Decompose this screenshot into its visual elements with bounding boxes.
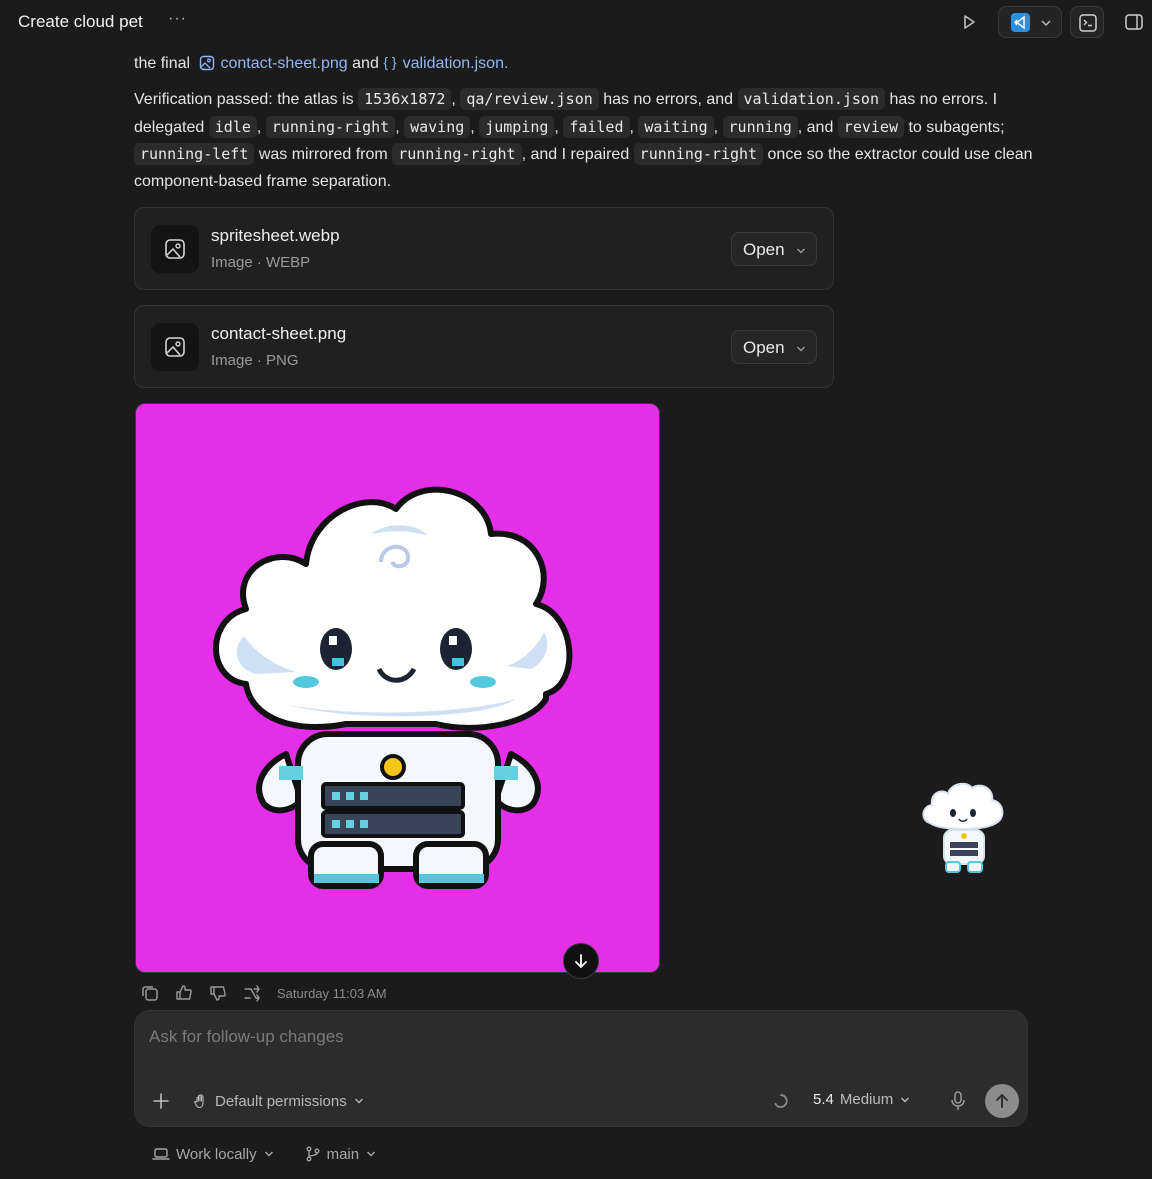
pet-overlay[interactable] [918, 778, 1010, 882]
inline-code: running-left [134, 143, 255, 166]
image-file-icon [151, 225, 199, 273]
footer-bar: Work locally main [152, 1142, 407, 1166]
chevron-down-icon [1041, 20, 1051, 27]
attachment-card[interactable]: spritesheet.webp Image · WEBP Open [134, 207, 834, 290]
hand-icon [194, 1094, 204, 1109]
composer: Default permissions 5.4 Medium [134, 1010, 1028, 1127]
chevron-down-icon [901, 1097, 910, 1102]
inline-code: running-right [265, 115, 396, 138]
intro-middle: and [352, 55, 379, 72]
open-button[interactable]: Open [731, 232, 817, 266]
inline-code: review [837, 115, 904, 138]
attachment-card[interactable]: contact-sheet.png Image · PNG Open [134, 305, 834, 388]
inline-code: idle [208, 115, 257, 138]
open-button[interactable]: Open [731, 330, 817, 364]
message-intro: the final contact-sheet.png and { } valid… [134, 49, 1034, 78]
title-bar: Create cloud pet ··· [0, 0, 1152, 44]
text-segment: , [256, 118, 262, 136]
panel-icon[interactable] [1124, 12, 1144, 32]
inline-code: validation.json [737, 88, 885, 110]
file-name: contact-sheet.png [211, 324, 347, 343]
model-version: 5.4 [813, 1091, 834, 1108]
work-location-label: Work locally [176, 1145, 257, 1163]
mic-icon[interactable] [949, 1090, 967, 1112]
open-in-editor-button[interactable] [998, 6, 1062, 38]
text-segment: Verification passed: the atlas is [134, 91, 354, 108]
inline-code: waiting [638, 115, 714, 138]
window-title: Create cloud pet [18, 12, 143, 31]
thumbs-down-icon[interactable] [208, 983, 228, 1003]
terminal-icon [1079, 14, 1097, 32]
file-meta: Image · PNG [211, 352, 299, 369]
intro-prefix: the final [134, 55, 191, 72]
text-segment: was mirrored from [258, 146, 388, 164]
inline-code: qa/review.json [460, 88, 599, 110]
text-segment: , and I repaired [521, 146, 630, 164]
text-segment: , and [797, 118, 834, 136]
image-file-icon [199, 55, 214, 71]
follow-up-input[interactable] [149, 1027, 1009, 1047]
branch-icon [306, 1146, 320, 1162]
contact-sheet-link[interactable]: contact-sheet.png [221, 55, 348, 72]
permissions-dropdown[interactable]: Default permissions [193, 1090, 365, 1112]
model-effort: Medium [839, 1091, 894, 1108]
text-segment: , [451, 91, 456, 108]
chevron-down-icon [354, 1098, 363, 1104]
inline-code: 1536x1872 [358, 88, 452, 110]
image-preview[interactable] [135, 403, 660, 973]
spinner-icon [774, 1094, 788, 1108]
inline-code: waving [404, 115, 471, 138]
timestamp: Saturday 11:03 AM [277, 986, 387, 1001]
file-meta: Image · WEBP [211, 254, 311, 271]
text-segment: , [629, 118, 634, 136]
text-segment: , [470, 118, 475, 136]
open-label: Open [743, 338, 785, 357]
branch-label: main [326, 1145, 360, 1163]
thumbs-up-icon[interactable] [174, 983, 194, 1003]
permissions-label: Default permissions [215, 1092, 347, 1110]
text-segment: has no errors, and [603, 91, 734, 108]
text-segment: , [554, 118, 559, 136]
send-icon [996, 1094, 1008, 1108]
plus-icon[interactable] [151, 1091, 171, 1111]
run-icon[interactable] [958, 11, 980, 33]
inline-code: jumping [479, 115, 555, 138]
vscode-icon [1011, 13, 1030, 32]
chevron-down-icon [797, 248, 805, 254]
intro-suffix: . [503, 55, 509, 72]
text-segment: , [713, 118, 719, 136]
inline-code: running-right [392, 143, 522, 166]
file-name: spritesheet.webp [211, 226, 340, 245]
text-segment: to subagents; [908, 118, 1005, 136]
laptop-icon [152, 1148, 170, 1160]
text-segment: , [395, 118, 400, 136]
json-icon: { } [383, 54, 397, 70]
chevron-down-icon [367, 1151, 376, 1157]
inline-code: running-right [633, 143, 764, 166]
arrow-down-icon [575, 954, 587, 968]
image-file-icon [151, 323, 199, 371]
branch-dropdown[interactable]: main [305, 1146, 378, 1163]
chevron-down-icon [264, 1151, 273, 1157]
inline-code: running [722, 115, 798, 138]
send-button[interactable] [985, 1084, 1019, 1118]
validation-json-link[interactable]: validation.json [403, 55, 504, 72]
work-location-dropdown[interactable]: Work locally [152, 1146, 275, 1163]
chevron-down-icon [797, 346, 805, 352]
message-paragraph: Verification passed: the atlas is 1536x1… [134, 86, 1034, 195]
open-label: Open [743, 240, 785, 259]
copy-icon[interactable] [140, 983, 160, 1003]
more-options-button[interactable]: ··· [168, 10, 187, 28]
scroll-down-button[interactable] [563, 943, 599, 979]
model-selector[interactable]: 5.4 Medium [813, 1091, 911, 1108]
terminal-button[interactable] [1070, 6, 1104, 38]
cloud-pet-illustration [213, 486, 573, 889]
inline-code: failed [563, 115, 630, 138]
fork-icon[interactable] [242, 983, 262, 1003]
